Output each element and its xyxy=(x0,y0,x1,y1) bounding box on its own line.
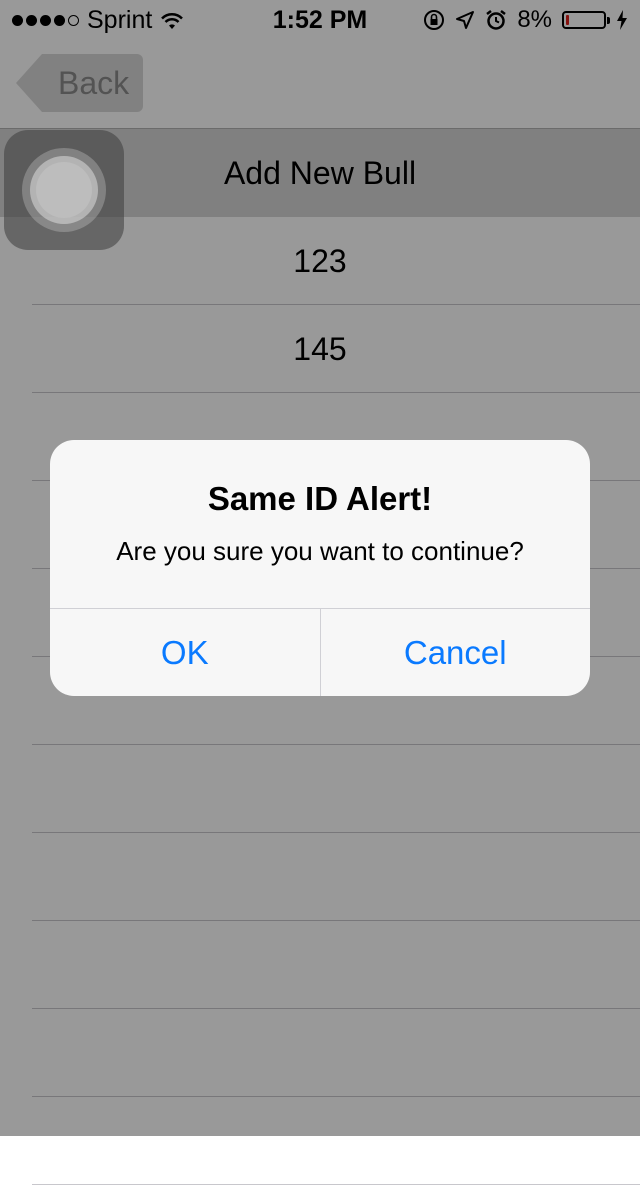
alert-title: Same ID Alert! xyxy=(207,480,433,517)
assistive-touch-icon xyxy=(36,162,92,218)
assistive-touch-ring xyxy=(22,148,106,232)
assistive-touch-inner-ring xyxy=(30,156,98,224)
ok-button[interactable]: OK xyxy=(50,609,320,696)
cancel-button[interactable]: Cancel xyxy=(319,609,591,696)
app-screen: Sprint 1:52 PM 8% Back Add New Bull 123 … xyxy=(0,0,640,1185)
same-id-alert: Same ID Alert! Are you sure you want to … xyxy=(50,440,590,696)
assistive-touch-button[interactable] xyxy=(4,130,124,250)
alert-message: Are you sure you want to continue? xyxy=(116,536,524,566)
alert-actions: OK Cancel xyxy=(50,608,590,696)
